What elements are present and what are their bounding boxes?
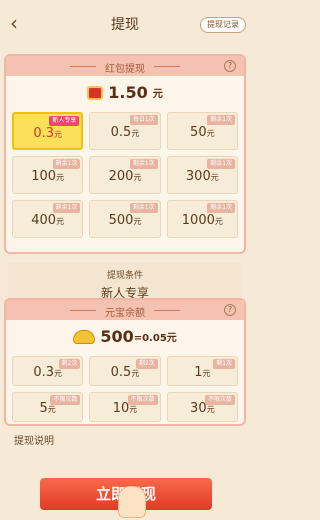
amount-option[interactable]: 剩余1次 500元 (89, 200, 161, 238)
amount-option[interactable]: 每日1次 0.5元 (89, 112, 161, 150)
ingot-icon (73, 329, 96, 344)
option-badge: 剩余1次 (52, 203, 81, 213)
amount-option[interactable]: 剩余1次 300元 (166, 156, 238, 194)
ingot-balance: 500=0.05元 (6, 326, 244, 346)
ingot-option[interactable]: 不限次数 5元 (12, 392, 84, 422)
red-packet-icon (87, 85, 104, 100)
option-badge: 不限次数 (204, 395, 235, 405)
amount-option[interactable]: 剩余1次 400元 (12, 200, 84, 238)
option-badge: 剩余1次 (52, 159, 81, 169)
amount-option[interactable]: 剩余1次 50元 (166, 112, 238, 150)
option-badge: 不限次数 (127, 395, 158, 405)
amount-option[interactable]: 剩余1次 200元 (89, 156, 161, 194)
option-badge: 每日1次 (129, 115, 158, 125)
ingot-option[interactable]: 剩1次 1元 (166, 356, 238, 386)
ingot-option[interactable]: 不限次数 10元 (89, 392, 161, 422)
red-packet-balance: 1.50 元 (6, 82, 244, 102)
amount-option[interactable]: 新人专享 0.3元 (12, 112, 84, 150)
option-badge: 剩2次 (58, 359, 81, 369)
panel-title: 红包提现 (105, 64, 145, 75)
option-badge: 剩余1次 (129, 159, 158, 169)
option-badge: 不限次数 (50, 395, 81, 405)
withdraw-record-button[interactable]: 提现记录 (200, 17, 246, 33)
ingot-options: 剩2次 0.3元 剩2次 0.5元 剩1次 1元 不限次数 5元 不限次数 10元 不限次… (12, 356, 238, 422)
option-badge: 剩余1次 (207, 159, 235, 169)
option-badge: 剩余1次 (207, 115, 235, 125)
ingot-option[interactable]: 剩2次 0.5元 (89, 356, 161, 386)
ingot-amount: 500 (100, 327, 134, 346)
ingot-option[interactable]: 不限次数 30元 (166, 392, 238, 422)
option-badge: 剩余1次 (207, 203, 235, 213)
red-packet-options: 新人专享 0.3元 每日1次 0.5元 剩余1次 50元 剩余1次 100元 剩余1次 2… (12, 112, 238, 238)
ingot-option[interactable]: 剩2次 0.3元 (12, 356, 84, 386)
help-icon[interactable]: ? (224, 304, 236, 316)
balance-amount: 1.50 (108, 83, 148, 102)
amount-option[interactable]: 剩余1次 1000元 (166, 200, 238, 238)
balance-unit: 元 (152, 89, 163, 100)
condition-title: 提现条件 (106, 271, 143, 281)
ingot-panel: 元宝余额 ? 500=0.05元 剩2次 0.3元 剩2次 0.5元 剩1次 1元 不… (4, 298, 246, 426)
pointing-hand-icon (118, 486, 146, 518)
withdraw-explain-label: 提现说明 (14, 436, 54, 447)
help-icon[interactable]: ? (224, 60, 236, 72)
amount-option[interactable]: 剩余1次 100元 (12, 156, 84, 194)
header: ‹ 提现 提现记录 (0, 0, 250, 46)
option-badge: 剩余1次 (129, 203, 158, 213)
option-badge: 新人专享 (49, 116, 80, 126)
ingot-exchange: =0.05元 (133, 333, 177, 344)
red-packet-panel: 红包提现 ? 1.50 元 新人专享 0.3元 每日1次 0.5元 剩余1次 50元 … (4, 54, 246, 254)
panel-title: 元宝余额 (105, 308, 145, 319)
option-badge: 剩1次 (213, 359, 235, 369)
option-badge: 剩2次 (135, 359, 158, 369)
